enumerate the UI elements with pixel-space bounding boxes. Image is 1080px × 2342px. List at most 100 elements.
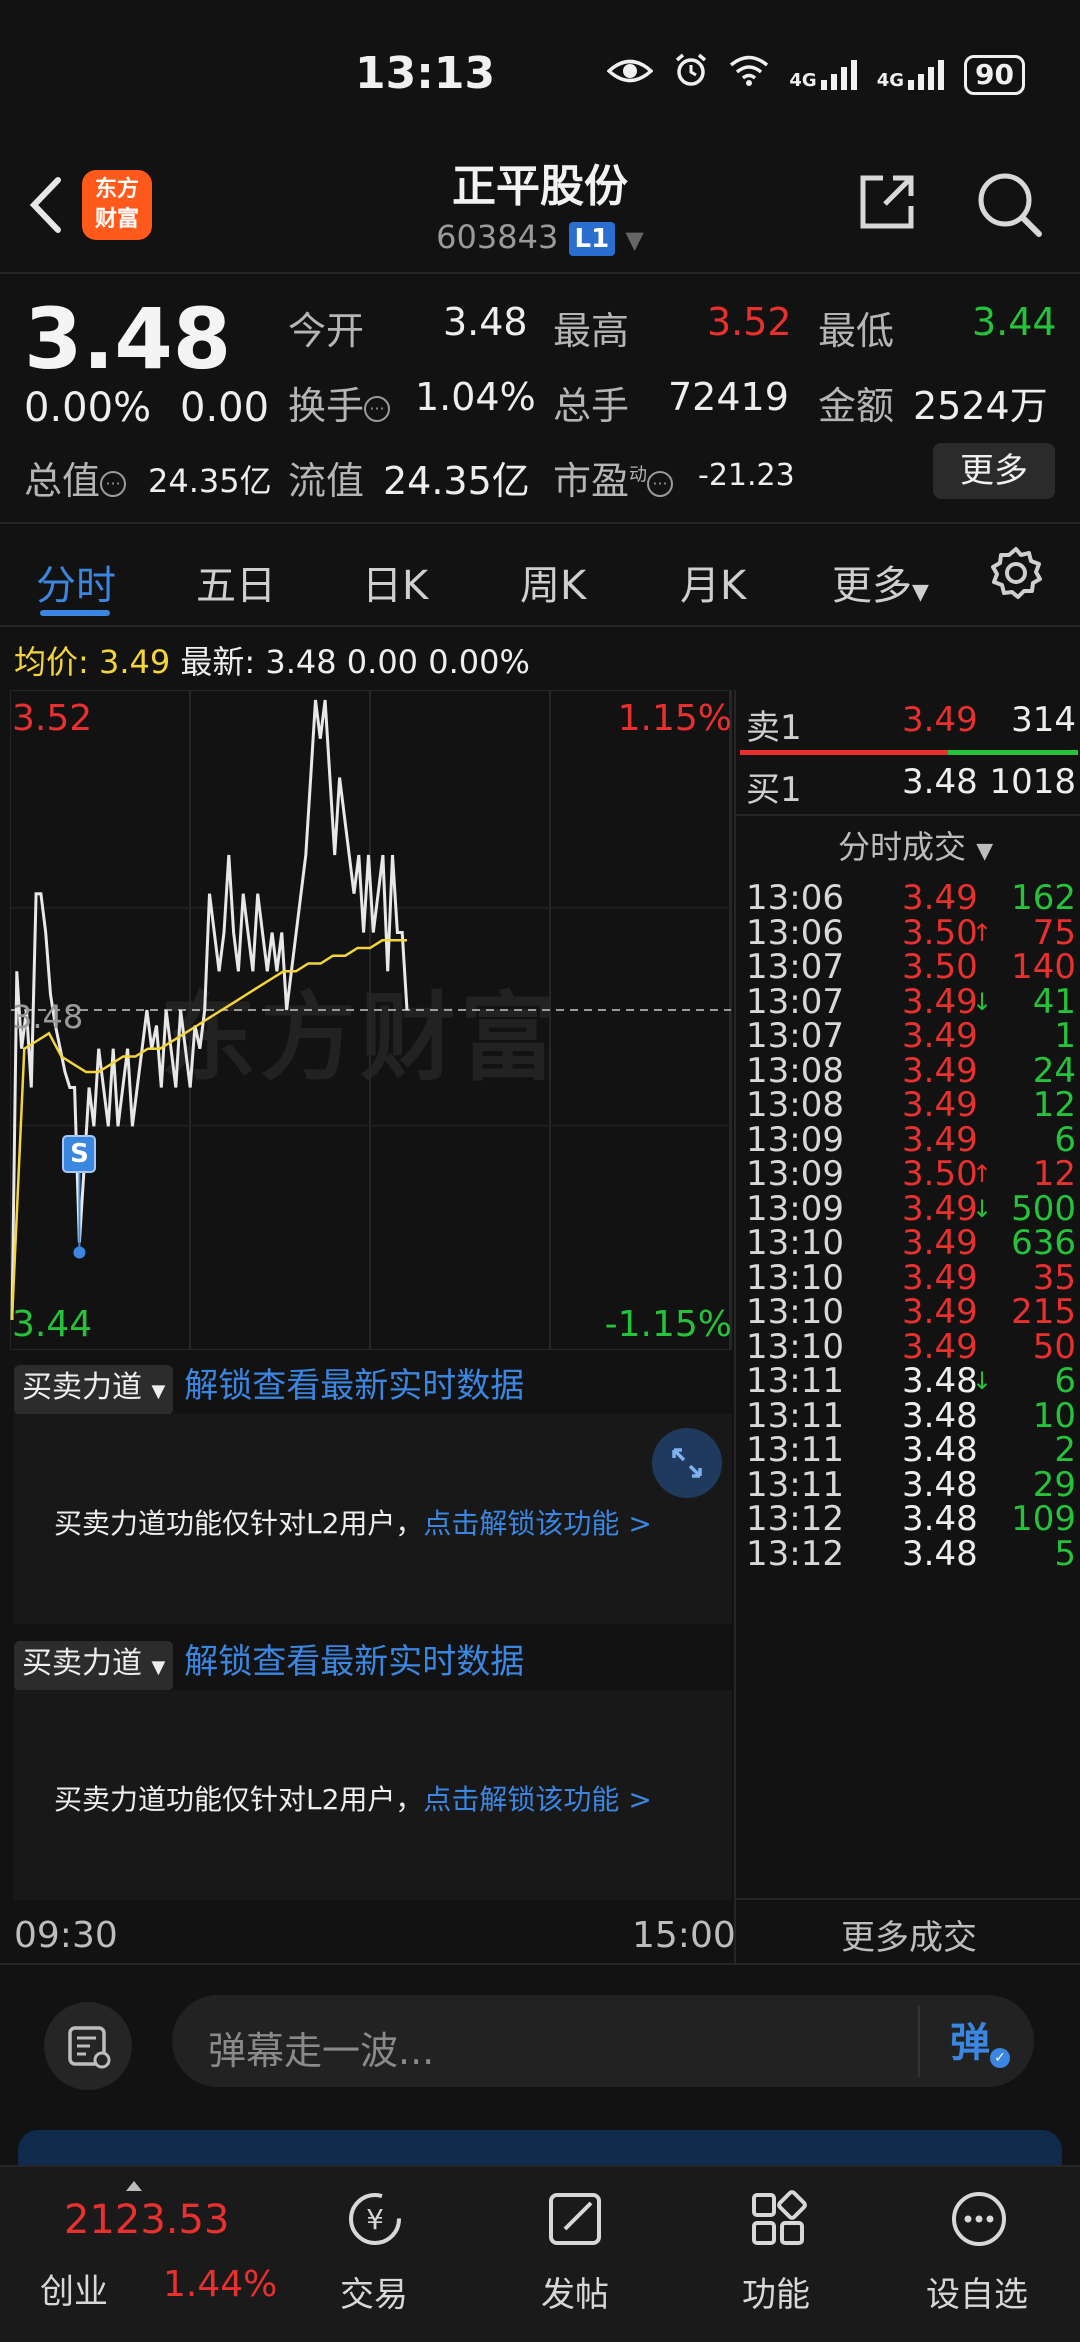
post-icon[interactable] bbox=[545, 2189, 607, 2253]
order-book-panel: 卖1 3.49 314 买1 3.48 1018 分时成交 ▼ 13:06 3.4… bbox=[734, 690, 1080, 1965]
low-label: 最低 bbox=[818, 309, 895, 353]
tab-more[interactable]: 更多▼ bbox=[832, 553, 929, 611]
svg-text:¥: ¥ bbox=[366, 2203, 384, 2236]
tab-daily-k[interactable]: 日K bbox=[362, 553, 428, 611]
nav-post[interactable]: 发帖 bbox=[541, 2267, 609, 2316]
power-dropdown-1[interactable]: 买卖力道 ▼ bbox=[14, 1365, 174, 1415]
x-end-label: 15:00 bbox=[632, 1915, 736, 1956]
danmaku-toggle-icon[interactable] bbox=[44, 2002, 132, 2090]
info-icon: ··· bbox=[100, 470, 127, 497]
bottom-nav: 2123.53 创业 1.44% ¥ 交易 发帖 功能 设自选 bbox=[0, 2165, 1080, 2342]
locked-panel-2: 买卖力道功能仅针对L2用户，点击解锁该功能 > bbox=[14, 1690, 732, 1900]
avg-price-row: 均价: 3.49 最新: 3.48 0.00 0.00% bbox=[14, 643, 530, 681]
float-cap-label: 流值 bbox=[288, 459, 365, 503]
wifi-icon bbox=[729, 54, 769, 95]
power-dropdown-2[interactable]: 买卖力道 ▼ bbox=[14, 1641, 174, 1691]
check-icon: ✓ bbox=[990, 2048, 1010, 2068]
trade-time: 13:12 bbox=[746, 1533, 844, 1574]
arrow-up-icon: ↑ bbox=[972, 918, 993, 947]
more-button[interactable]: 更多 bbox=[933, 443, 1055, 499]
nav-function[interactable]: 功能 bbox=[742, 2267, 810, 2316]
unlock-link-1[interactable]: 解锁查看最新实时数据 bbox=[184, 1366, 524, 1406]
tab-intraday[interactable]: 分时 bbox=[36, 553, 116, 611]
locked-panel-1: 买卖力道功能仅针对L2用户，点击解锁该功能 > bbox=[14, 1414, 732, 1624]
total-cap-label[interactable]: 总值 ··· bbox=[24, 450, 127, 505]
turnover-label[interactable]: 换手 ··· bbox=[288, 375, 391, 430]
intraday-chart[interactable]: 3.52 3.48 3.44 1.15% -1.15% S bbox=[10, 690, 732, 1350]
pe-value: -21.23 bbox=[698, 458, 795, 493]
chart-bottom-divider bbox=[0, 1963, 1080, 1965]
caret-up-icon bbox=[126, 2181, 142, 2191]
unlock-button-2[interactable]: 点击解锁该功能 > bbox=[423, 1783, 651, 1816]
alarm-icon bbox=[673, 52, 709, 97]
info-icon: ··· bbox=[647, 470, 674, 497]
grid-icon[interactable] bbox=[748, 2189, 808, 2253]
search-icon[interactable] bbox=[975, 170, 1045, 240]
power-panel-header-2: 买卖力道 ▼ 解锁查看最新实时数据 bbox=[14, 1634, 524, 1691]
unlock-link-2[interactable]: 解锁查看最新实时数据 bbox=[184, 1642, 524, 1682]
status-time: 13:13 bbox=[355, 48, 496, 99]
power-panel-header-1: 买卖力道 ▼ 解锁查看最新实时数据 bbox=[14, 1358, 524, 1415]
trade-icon[interactable]: ¥ bbox=[340, 2189, 410, 2253]
index-name[interactable]: 创业 bbox=[40, 2264, 108, 2313]
amount-label: 金额 bbox=[818, 384, 895, 428]
pct-top-label: 1.15% bbox=[617, 698, 732, 739]
tab-active-indicator bbox=[40, 610, 110, 616]
share-icon[interactable] bbox=[855, 170, 925, 240]
danmaku-placeholder: 弹幕走一波... bbox=[208, 2029, 435, 2073]
trade-price: 3.48 bbox=[902, 1533, 978, 1574]
stock-code: 603843 bbox=[436, 218, 559, 256]
info-icon: ··· bbox=[364, 395, 391, 422]
tab-five-day[interactable]: 五日 bbox=[196, 553, 276, 611]
tabs-divider bbox=[0, 625, 1080, 627]
signal-icon-2: 4G bbox=[877, 59, 945, 90]
trades-title[interactable]: 分时成交 ▼ bbox=[838, 822, 993, 868]
expand-icon[interactable] bbox=[652, 1428, 722, 1498]
trades-divider bbox=[736, 1898, 1080, 1900]
y-mid-label: 3.48 bbox=[12, 998, 84, 1036]
arrow-down-icon: ↓ bbox=[972, 1194, 993, 1223]
caret-down-icon: ▼ bbox=[151, 1657, 166, 1678]
index-value[interactable]: 2123.53 bbox=[64, 2197, 229, 2243]
quote-divider bbox=[0, 522, 1080, 524]
current-price: 3.48 bbox=[24, 290, 232, 388]
arrow-down-icon: ↓ bbox=[972, 987, 993, 1016]
unlock-button-1[interactable]: 点击解锁该功能 > bbox=[423, 1507, 651, 1540]
caret-down-icon: ▼ bbox=[625, 226, 644, 254]
order-book-divider bbox=[736, 814, 1080, 816]
volume-label: 总手 bbox=[553, 384, 630, 428]
tab-monthly-k[interactable]: 月K bbox=[680, 553, 746, 611]
buy-pressure-bar bbox=[948, 750, 1078, 755]
low-value: 3.44 bbox=[972, 300, 1057, 344]
nav-watchlist[interactable]: 设自选 bbox=[926, 2267, 1028, 2316]
battery-icon: 90 bbox=[964, 54, 1025, 95]
arrow-up-icon: ↑ bbox=[972, 1160, 993, 1188]
danmaku-divider bbox=[918, 2005, 920, 2077]
pct-bottom-label: -1.15% bbox=[604, 1304, 732, 1345]
more-trades-button[interactable]: 更多成交 bbox=[736, 1910, 1080, 1959]
eye-icon bbox=[606, 55, 655, 95]
open-label: 今开 bbox=[288, 309, 365, 353]
caret-down-icon: ▼ bbox=[976, 839, 994, 864]
more-dots-icon[interactable] bbox=[948, 2189, 1010, 2253]
gear-icon[interactable] bbox=[988, 545, 1044, 601]
intraday-chart-svg bbox=[10, 690, 732, 1350]
sell-pressure-bar bbox=[740, 750, 948, 755]
tab-weekly-k[interactable]: 周K bbox=[520, 553, 586, 611]
trade-volume: 5 bbox=[1054, 1533, 1076, 1574]
y-bottom-label: 3.44 bbox=[12, 1304, 93, 1345]
signal-icon: 4G bbox=[789, 59, 857, 90]
status-bar: 13:13 4G 4G 90 bbox=[0, 0, 1080, 150]
sell-marker[interactable]: S bbox=[62, 1134, 97, 1173]
buy1-row: 买1 3.48 1018 bbox=[746, 762, 1076, 810]
change-amount: 0.00 bbox=[180, 385, 270, 431]
nav-trade[interactable]: 交易 bbox=[340, 2267, 408, 2316]
locked-message-1: 买卖力道功能仅针对L2用户，点击解锁该功能 > bbox=[54, 1507, 652, 1540]
high-value: 3.52 bbox=[707, 300, 792, 344]
arrow-down-icon: ↓ bbox=[972, 1367, 993, 1395]
danmaku-send-button[interactable]: 弹 ✓ bbox=[950, 2010, 1010, 2068]
header-divider bbox=[0, 272, 1080, 274]
open-value: 3.48 bbox=[443, 300, 528, 344]
pe-label[interactable]: 市盈动 ··· bbox=[553, 450, 674, 505]
locked-message-2: 买卖力道功能仅针对L2用户，点击解锁该功能 > bbox=[54, 1783, 652, 1816]
